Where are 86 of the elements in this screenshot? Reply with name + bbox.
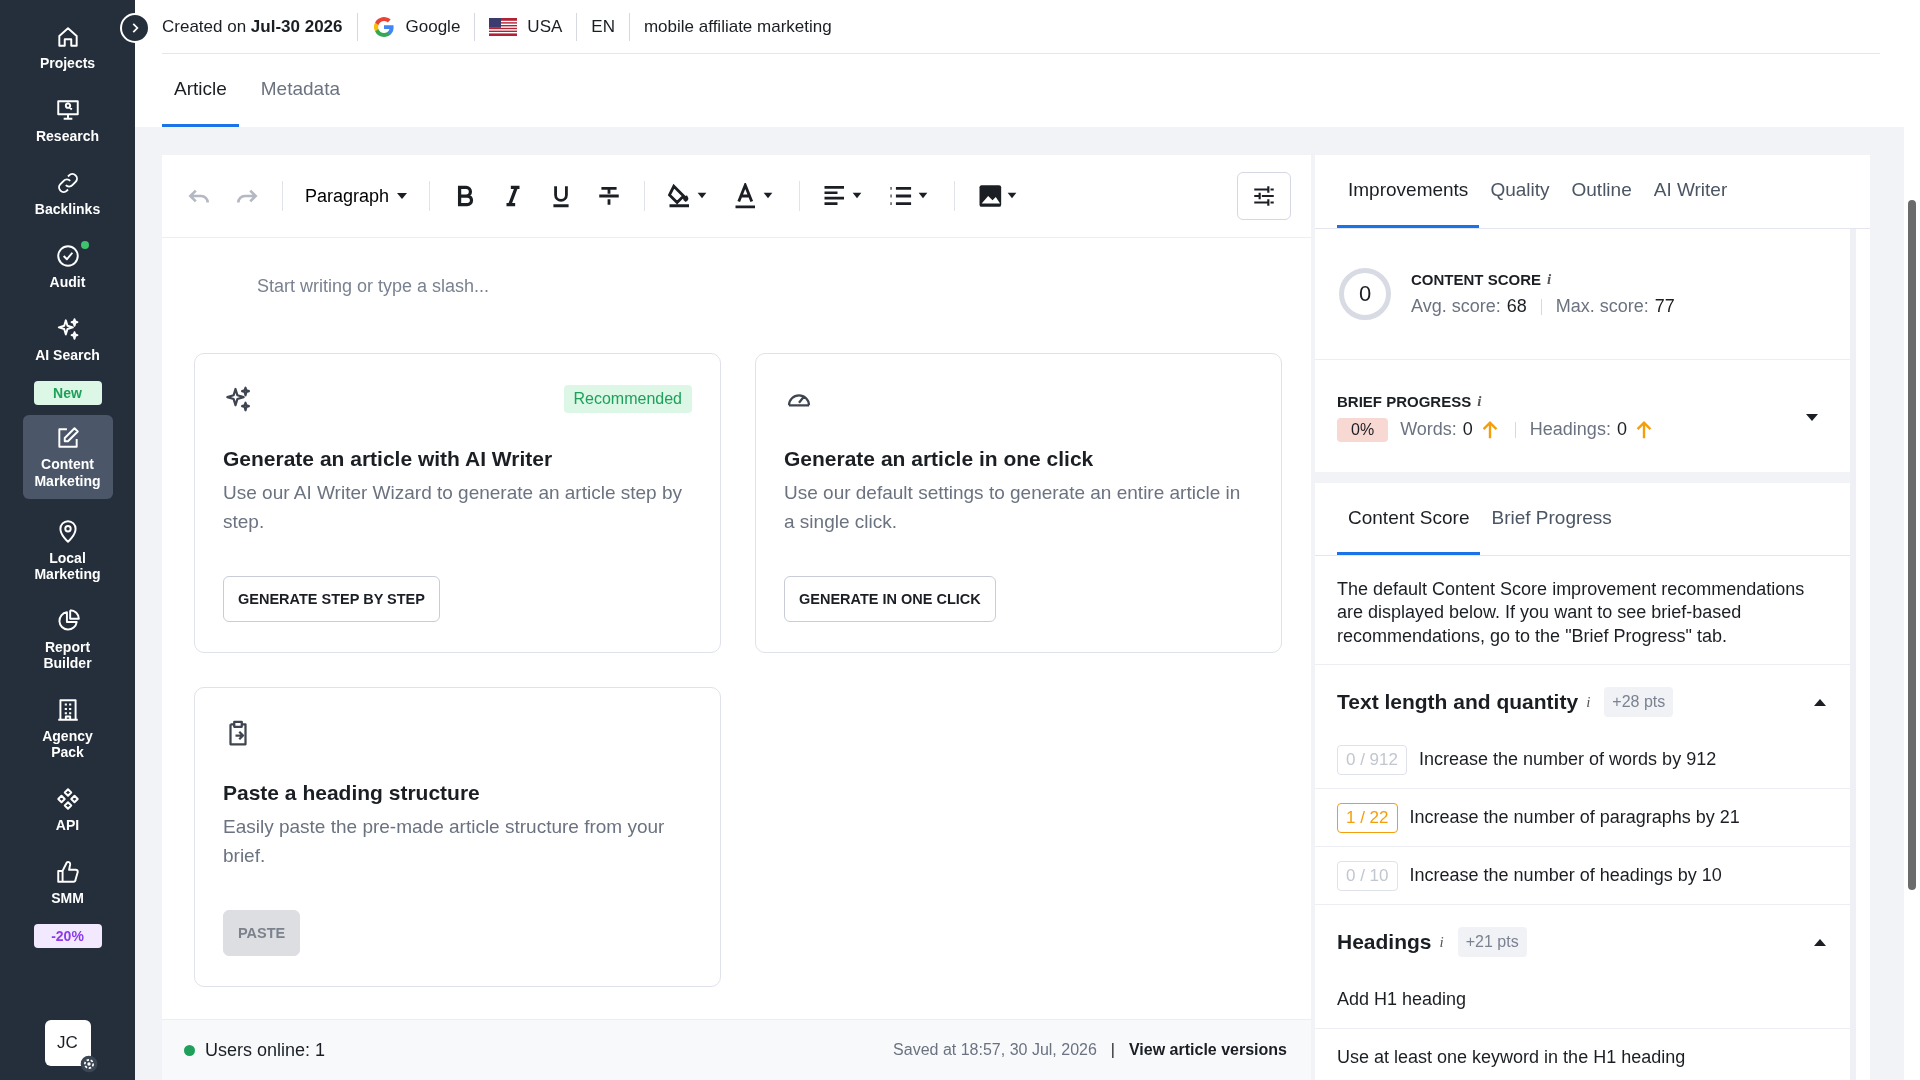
card-button[interactable]: GENERATE IN ONE CLICK bbox=[784, 576, 996, 622]
max-score-label: Max. score: bbox=[1555, 296, 1649, 317]
separator-text: | bbox=[1110, 1041, 1115, 1059]
sidebar-item[interactable]: Report Builder bbox=[22, 601, 113, 678]
caret-icon bbox=[397, 193, 408, 199]
scrollbar[interactable] bbox=[1904, 0, 1920, 1080]
recommendation-text: Use at least one keyword in the H1 heading bbox=[1337, 1047, 1686, 1069]
headings-label: Headings: bbox=[1529, 419, 1611, 440]
words-label: Words: bbox=[1400, 419, 1457, 440]
section-caption: BRIEF PROGRESS bbox=[1337, 392, 1472, 410]
caret-icon[interactable] bbox=[1814, 698, 1826, 706]
points-badge: +21 pts bbox=[1457, 927, 1527, 958]
recommended-badge: Recommended bbox=[563, 385, 692, 413]
section-title: Text length and quantity bbox=[1337, 690, 1579, 715]
expand-sidebar-button[interactable] bbox=[120, 13, 150, 43]
tab[interactable]: Article bbox=[162, 54, 239, 127]
card-title: Generate an article with AI Writer bbox=[223, 447, 553, 471]
sidebar-item[interactable]: Agency Pack bbox=[22, 691, 113, 767]
headings-value: 0 bbox=[1616, 419, 1627, 440]
tab[interactable]: Metadata bbox=[248, 54, 353, 127]
sliders-icon bbox=[1251, 183, 1277, 209]
avg-score-value: 68 bbox=[1506, 296, 1527, 317]
sidebar-item[interactable]: API bbox=[22, 780, 113, 840]
panel-tab[interactable]: Improvements bbox=[1337, 155, 1480, 228]
progress-counter: 1 / 22 bbox=[1337, 802, 1398, 833]
sidebar-item[interactable]: Research bbox=[22, 91, 113, 151]
created-date: Created on Jul-30 2026 bbox=[162, 16, 343, 37]
description-text: The default Content Score improvement recommendations are displayed below. If you want to see brief-based recommendations, go to the "Brief Progress" tab. bbox=[1315, 556, 1850, 666]
card-button[interactable]: GENERATE STEP BY STEP bbox=[223, 576, 440, 622]
card-description: Easily paste the pre-made article structure from your brief. bbox=[223, 815, 666, 868]
caret-icon[interactable] bbox=[1806, 413, 1818, 421]
sidebar-badge: New bbox=[33, 381, 102, 406]
max-score-value: 77 bbox=[1654, 296, 1675, 317]
sidebar-item[interactable]: SMM bbox=[22, 853, 113, 913]
recommendation-text: Add H1 heading bbox=[1337, 989, 1467, 1011]
section-caption: CONTENT SCORE bbox=[1411, 271, 1541, 288]
info-icon[interactable]: i bbox=[1586, 693, 1591, 711]
saved-status: Saved at 18:57, 30 Jul, 2026 bbox=[893, 1041, 1097, 1059]
sidebar-item[interactable]: Audit bbox=[22, 237, 113, 297]
search-engine: Google bbox=[405, 16, 461, 37]
progress-counter: 0 / 912 bbox=[1337, 744, 1407, 775]
flag-icon bbox=[489, 17, 518, 36]
panel-tab[interactable]: Quality bbox=[1479, 155, 1561, 228]
panel-subtab[interactable]: Content Score bbox=[1337, 483, 1481, 555]
sidebar-item[interactable]: Projects bbox=[22, 18, 113, 78]
nodes-icon bbox=[54, 786, 81, 813]
score-ring: 0 bbox=[1339, 268, 1391, 320]
view-versions-link[interactable]: View article versions bbox=[1129, 1041, 1287, 1059]
language: EN bbox=[591, 16, 615, 37]
sidebar-item[interactable]: Local Marketing bbox=[22, 512, 113, 588]
caret-icon[interactable] bbox=[1814, 938, 1826, 946]
online-dot bbox=[184, 1044, 195, 1056]
progress-counter: 0 / 10 bbox=[1337, 860, 1398, 891]
avg-score-label: Avg. score: bbox=[1411, 296, 1501, 317]
recommendation-text: Increase the number of words by 912 bbox=[1419, 749, 1717, 771]
section-title: Headings bbox=[1337, 930, 1432, 955]
editor-settings-button[interactable] bbox=[1237, 172, 1291, 220]
panel-subtab[interactable]: Brief Progress bbox=[1480, 483, 1623, 555]
editor-placeholder[interactable]: Start writing or type a slash... bbox=[257, 276, 1279, 297]
sidebar-badge: -20% bbox=[33, 924, 102, 949]
paragraph-dropdown[interactable]: Paragraph bbox=[305, 185, 408, 207]
card-title: Paste a heading structure bbox=[223, 781, 480, 805]
country: USA bbox=[527, 16, 563, 37]
users-online: Users online: 1 bbox=[205, 1039, 326, 1061]
target-keyword: mobile affiliate marketing bbox=[643, 16, 832, 37]
words-value: 0 bbox=[1462, 419, 1473, 440]
progress-badge: 0% bbox=[1337, 417, 1389, 442]
panel-tab[interactable]: Outline bbox=[1560, 155, 1643, 228]
info-icon[interactable]: i bbox=[1439, 933, 1444, 951]
sidebar-item[interactable]: Backlinks bbox=[22, 164, 113, 224]
card-title: Generate an article in one click bbox=[784, 447, 1094, 471]
recommendation-text: Increase the number of headings by 10 bbox=[1409, 865, 1722, 887]
info-icon[interactable]: i bbox=[1547, 271, 1552, 288]
google-logo-icon bbox=[371, 14, 396, 39]
recommendation-text: Increase the number of paragraphs by 21 bbox=[1409, 807, 1740, 829]
thumbs-up-icon bbox=[54, 859, 81, 886]
card-description: Use our default settings to generate an entire article in a single click. bbox=[784, 481, 1242, 534]
sidebar-item[interactable]: AI Search bbox=[22, 310, 113, 370]
panel-tab[interactable]: AI Writer bbox=[1642, 155, 1739, 228]
sparkle-icon bbox=[223, 384, 253, 414]
sidebar-item[interactable]: Content Marketing bbox=[22, 415, 113, 499]
user-avatar[interactable]: JC bbox=[44, 1020, 91, 1066]
info-icon[interactable]: i bbox=[1477, 392, 1482, 410]
points-badge: +28 pts bbox=[1604, 687, 1674, 718]
settings-icon[interactable] bbox=[78, 1054, 99, 1074]
card-description: Use our AI Writer Wizard to generate an article step by step. bbox=[223, 481, 683, 534]
